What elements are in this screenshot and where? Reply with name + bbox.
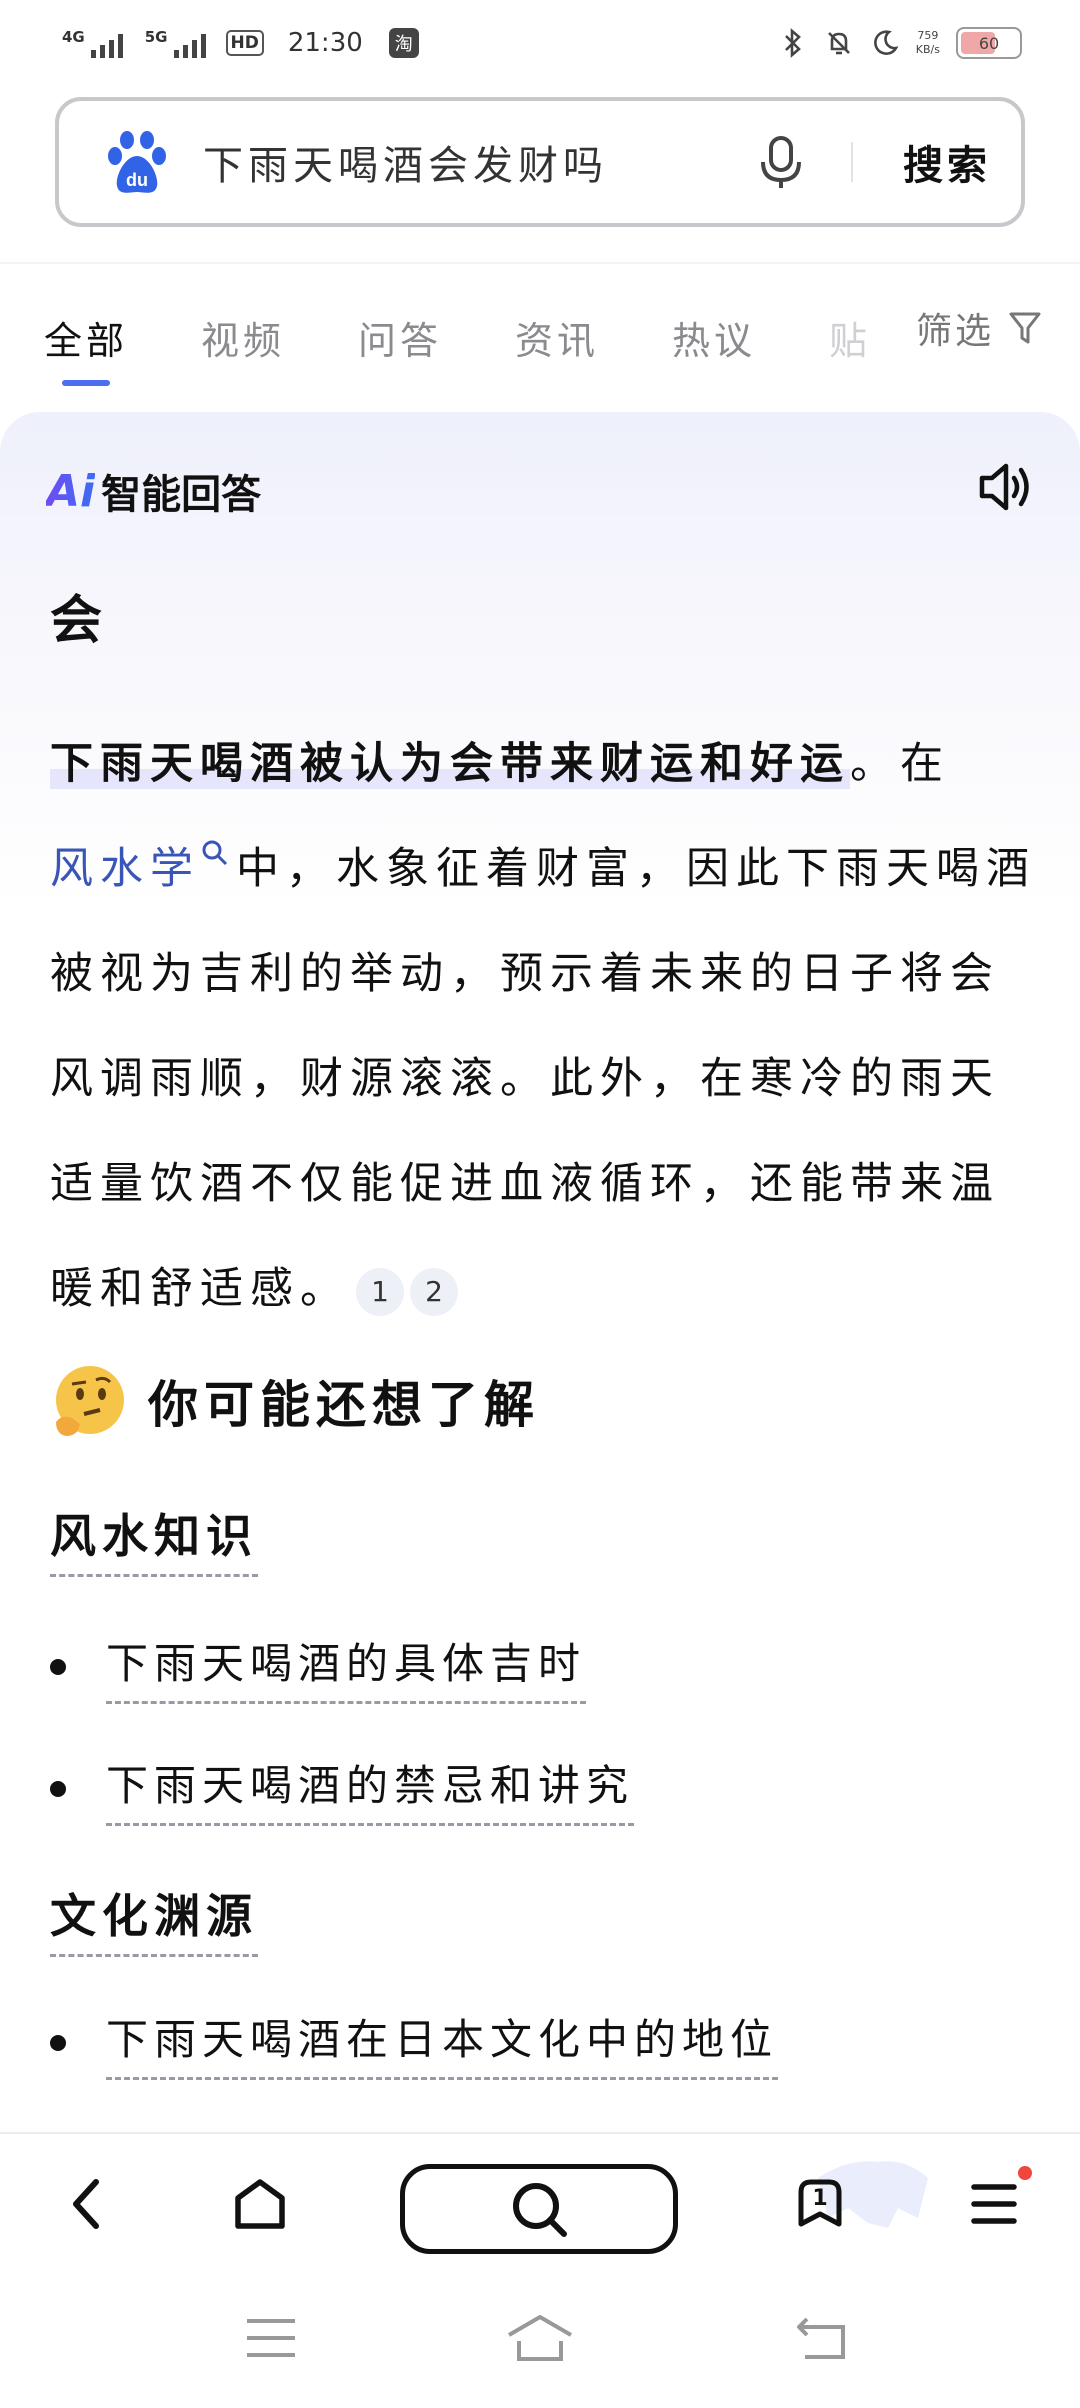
- signal-4g-icon: 4G: [62, 28, 123, 58]
- tabs-counter-icon[interactable]: 1: [780, 2161, 928, 2244]
- status-bar: 4G 5G HD 21:30 淘 759 KB/s 60: [0, 0, 1080, 86]
- related-header: 你可能还想了解: [50, 1362, 540, 1440]
- system-menu-icon[interactable]: [236, 2308, 306, 2368]
- system-back-icon[interactable]: [786, 2308, 856, 2368]
- home-icon[interactable]: [220, 2164, 300, 2244]
- answer-key-sentence: 下雨天喝酒被认为会带来财运和好运: [50, 739, 850, 789]
- related-item[interactable]: 下雨天喝酒在日本文化中的地位: [50, 2006, 779, 2080]
- header-divider: [0, 262, 1080, 264]
- bullet-dot: [50, 1781, 66, 1797]
- reference-badge[interactable]: 2: [410, 1267, 458, 1316]
- tab-video[interactable]: 视频: [201, 310, 358, 365]
- related-item[interactable]: 下雨天喝酒的禁忌和讲究: [50, 1752, 635, 1826]
- menu-notification-dot: [1018, 2166, 1032, 2180]
- active-tab-indicator: [62, 380, 110, 386]
- system-home-icon[interactable]: [505, 2308, 575, 2368]
- baidu-logo-icon: du: [101, 126, 173, 198]
- menu-icon[interactable]: [954, 2164, 1034, 2244]
- network-speed: 759 KB/s: [915, 29, 940, 56]
- filter-button[interactable]: 筛选: [901, 302, 1042, 354]
- speaker-icon[interactable]: [976, 456, 1038, 518]
- search-input[interactable]: 下雨天喝酒会发财吗: [203, 133, 753, 191]
- signal-5g-icon: 5G: [145, 28, 206, 58]
- search-divider: [851, 142, 853, 182]
- taobao-notification-icon: 淘: [388, 28, 419, 58]
- ai-answer-header: Ai 智能回答: [46, 462, 261, 520]
- ai-answer-title: 智能回答: [101, 472, 262, 518]
- search-box[interactable]: du 下雨天喝酒会发财吗 搜索: [55, 97, 1025, 227]
- related-category: 风水知识: [50, 1500, 258, 1577]
- ai-logo: Ai: [46, 465, 96, 517]
- tab-qa[interactable]: 问答: [358, 310, 515, 365]
- answer-paragraph: 下雨天喝酒被认为会带来财运和好运。在 风水学 中，水象征着财富，因此下雨天喝酒被视为…: [50, 739, 1036, 1316]
- related-title: 你可能还想了解: [148, 1376, 540, 1434]
- related-category: 文化渊源: [50, 1880, 258, 1957]
- microphone-icon[interactable]: [753, 134, 809, 190]
- filter-funnel-icon: [1009, 312, 1041, 344]
- result-tabs: 全部 视频 问答 资讯 热议 贴: [44, 310, 986, 365]
- system-nav-bar: [0, 2270, 1080, 2408]
- related-item[interactable]: 下雨天喝酒的具体吉时: [50, 1630, 587, 1704]
- battery-icon: 60: [956, 27, 1022, 59]
- bullet-dot: [50, 1659, 66, 1675]
- search-icon: [513, 2183, 567, 2237]
- back-arrow-icon[interactable]: [46, 2164, 126, 2244]
- tab-discussion[interactable]: 热议: [672, 310, 829, 365]
- search-link-icon[interactable]: [200, 838, 230, 868]
- status-time: 21:30: [287, 28, 363, 58]
- reference-badge[interactable]: 1: [356, 1267, 404, 1316]
- search-pill-button[interactable]: [400, 2164, 678, 2254]
- hd-voice-icon: HD: [225, 30, 264, 56]
- search-button[interactable]: 搜索: [903, 133, 991, 191]
- answer-summary: 会: [46, 578, 109, 659]
- thinking-face-icon: [56, 1366, 124, 1436]
- bluetooth-icon: [778, 28, 808, 58]
- tab-news[interactable]: 资讯: [515, 310, 672, 365]
- filter-label: 筛选: [915, 311, 994, 352]
- fengshui-link[interactable]: 风水学: [50, 844, 200, 894]
- do-not-disturb-moon-icon: [870, 28, 900, 58]
- svg-text:du: du: [126, 170, 148, 190]
- bottom-nav-bar: 1: [0, 2134, 1080, 2270]
- bullet-dot: [50, 2035, 66, 2051]
- tab-all[interactable]: 全部: [44, 310, 201, 365]
- mute-bell-icon: [824, 28, 854, 58]
